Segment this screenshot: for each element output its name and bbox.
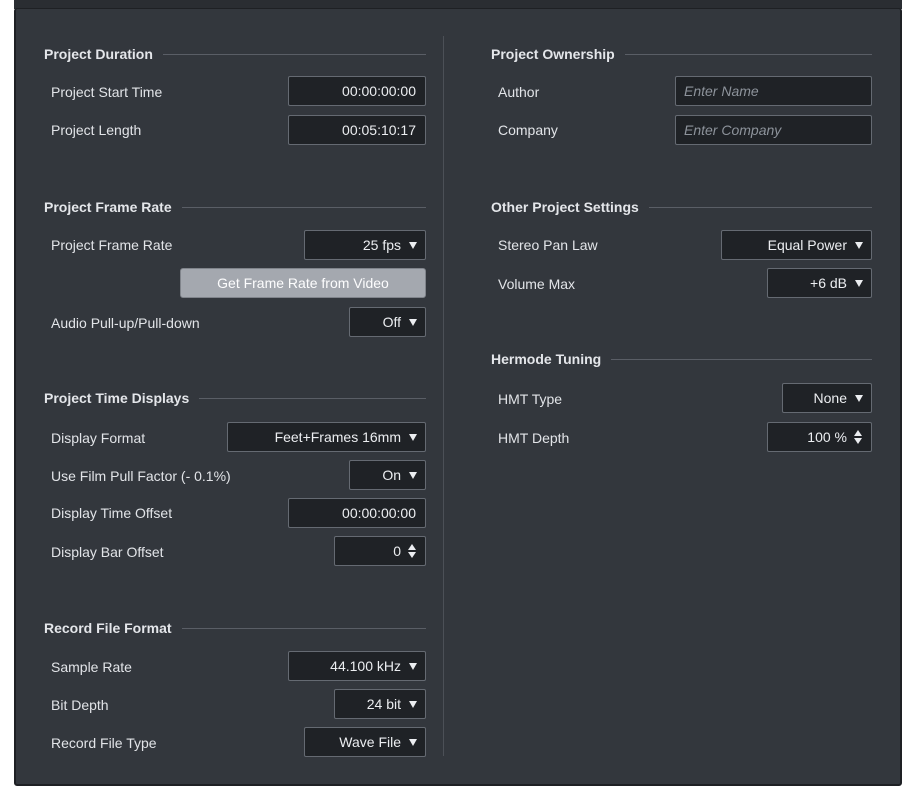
section-rule — [162, 53, 426, 55]
dropdown-arrow-icon — [409, 318, 417, 326]
dropdown-arrow-icon — [409, 471, 417, 479]
hmt-depth-value: 100 % — [807, 429, 847, 445]
volume-max-value: +6 dB — [810, 275, 847, 291]
section-rule — [181, 627, 426, 629]
stereo-pan-law-label: Stereo Pan Law — [498, 237, 598, 253]
display-format-value: Feet+Frames 16mm — [274, 429, 401, 445]
author-input[interactable] — [675, 76, 872, 106]
stereo-pan-law-dropdown[interactable]: Equal Power — [721, 230, 872, 260]
spinner-arrows-icon[interactable] — [854, 430, 862, 444]
display-bar-offset-label: Display Bar Offset — [51, 544, 164, 560]
section-rule — [199, 397, 426, 399]
film-pull-value: On — [382, 467, 401, 483]
section-rule — [611, 358, 872, 360]
sample-rate-label: Sample Rate — [51, 659, 132, 675]
section-project-duration: Project Duration — [44, 44, 426, 64]
frame-rate-label: Project Frame Rate — [51, 237, 173, 253]
project-start-time-label: Project Start Time — [51, 84, 163, 100]
section-rule — [181, 206, 426, 208]
display-format-label: Display Format — [51, 430, 146, 446]
section-hermode-tuning: Hermode Tuning — [491, 349, 872, 369]
get-frame-rate-from-video-button[interactable]: Get Frame Rate from Video — [180, 268, 426, 298]
bit-depth-label: Bit Depth — [51, 697, 109, 713]
film-pull-dropdown[interactable]: On — [349, 460, 426, 490]
record-file-type-label: Record File Type — [51, 735, 157, 751]
bit-depth-dropdown[interactable]: 24 bit — [334, 689, 426, 719]
company-input[interactable] — [675, 115, 872, 145]
section-title-text: Project Ownership — [491, 46, 615, 62]
author-label: Author — [498, 84, 540, 100]
audio-pull-value: Off — [382, 314, 401, 330]
section-other-project-settings: Other Project Settings — [491, 197, 872, 217]
section-title-text: Other Project Settings — [491, 199, 639, 215]
dropdown-arrow-icon — [409, 433, 417, 441]
project-start-time-field[interactable]: 00:00:00:00 — [288, 76, 426, 106]
hmt-depth-label: HMT Depth — [498, 430, 570, 446]
section-record-file-format: Record File Format — [44, 618, 426, 638]
display-bar-offset-spinbox[interactable]: 0 — [334, 536, 426, 566]
frame-rate-value: 25 fps — [362, 237, 401, 253]
hmt-depth-spinbox[interactable]: 100 % — [767, 422, 872, 452]
volume-max-dropdown[interactable]: +6 dB — [767, 268, 872, 298]
hmt-type-dropdown[interactable]: None — [782, 383, 872, 413]
project-length-label: Project Length — [51, 122, 142, 138]
section-title-text: Hermode Tuning — [491, 351, 602, 367]
dropdown-arrow-icon — [409, 241, 417, 249]
dropdown-arrow-icon — [409, 700, 417, 708]
record-file-type-dropdown[interactable]: Wave File — [304, 727, 426, 757]
film-pull-label: Use Film Pull Factor (- 0.1%) — [51, 468, 231, 484]
sample-rate-dropdown[interactable]: 44.100 kHz — [288, 651, 426, 681]
frame-rate-dropdown[interactable]: 25 fps — [304, 230, 426, 260]
dropdown-arrow-icon — [855, 241, 863, 249]
hmt-type-label: HMT Type — [498, 391, 563, 407]
dropdown-arrow-icon — [855, 394, 863, 402]
dropdown-arrow-icon — [855, 279, 863, 287]
stereo-pan-law-value: Equal Power — [767, 237, 847, 253]
display-bar-offset-value: 0 — [393, 543, 401, 559]
section-rule — [624, 53, 872, 55]
dropdown-arrow-icon — [409, 738, 417, 746]
display-time-offset-label: Display Time Offset — [51, 505, 173, 521]
section-title-text: Project Time Displays — [44, 390, 190, 406]
display-time-offset-field[interactable]: 00:00:00:00 — [288, 498, 426, 528]
display-format-dropdown[interactable]: Feet+Frames 16mm — [227, 422, 426, 452]
project-length-field[interactable]: 00:05:10:17 — [288, 115, 426, 145]
section-title-text: Project Duration — [44, 46, 153, 62]
audio-pull-dropdown[interactable]: Off — [349, 307, 426, 337]
volume-max-label: Volume Max — [498, 276, 576, 292]
company-label: Company — [498, 122, 558, 138]
bit-depth-value: 24 bit — [366, 696, 401, 712]
spinner-arrows-icon[interactable] — [408, 544, 416, 558]
dropdown-arrow-icon — [409, 662, 417, 670]
section-rule — [648, 206, 872, 208]
record-file-type-value: Wave File — [339, 734, 401, 750]
section-project-time-displays: Project Time Displays — [44, 388, 426, 408]
hmt-type-value: None — [813, 390, 847, 406]
section-title-text: Project Frame Rate — [44, 199, 172, 215]
section-project-ownership: Project Ownership — [491, 44, 872, 64]
section-title-text: Record File Format — [44, 620, 172, 636]
column-divider — [443, 36, 444, 756]
audio-pull-label: Audio Pull-up/Pull-down — [51, 315, 200, 331]
section-project-frame-rate: Project Frame Rate — [44, 197, 426, 217]
sample-rate-value: 44.100 kHz — [330, 658, 401, 674]
